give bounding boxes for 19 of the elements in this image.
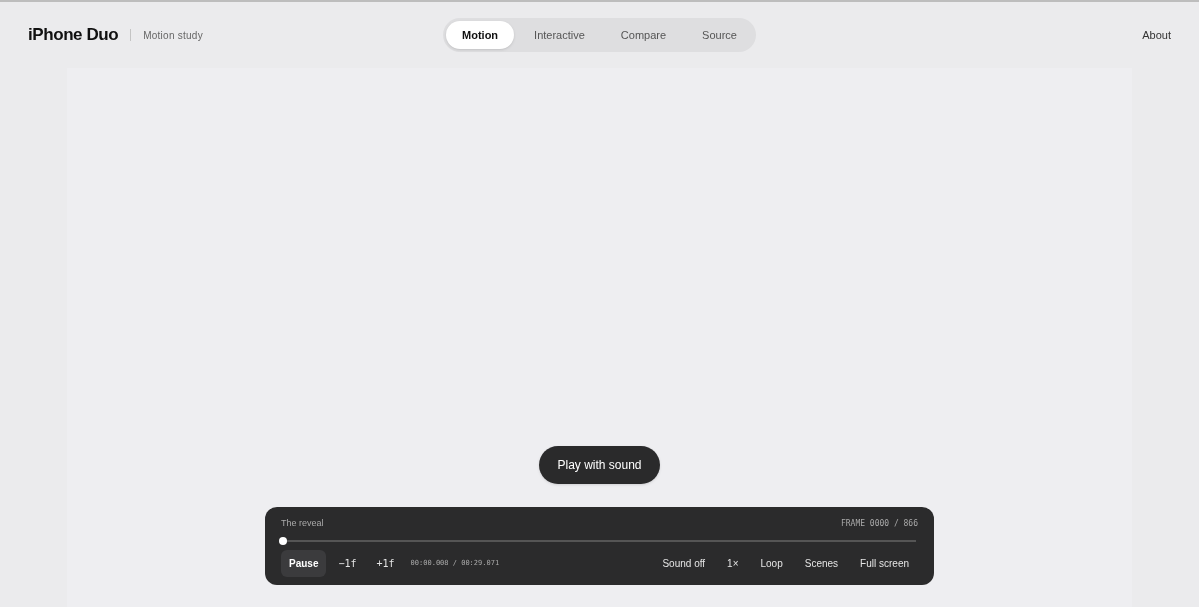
scrubber-thumb[interactable]: [279, 536, 287, 545]
nav-tab[interactable]: Interactive: [518, 20, 601, 50]
nav-tab[interactable]: Compare: [604, 20, 683, 50]
about-link[interactable]: About: [1142, 26, 1171, 44]
player-button[interactable]: Sound off: [653, 549, 715, 577]
play-with-sound-button[interactable]: Play with sound: [539, 446, 660, 484]
player-button[interactable]: −1f: [330, 549, 365, 577]
nav-tab[interactable]: Source: [686, 20, 753, 50]
player-button[interactable]: +1f: [368, 549, 403, 577]
subtitle: Motion study: [143, 28, 203, 43]
nav-tab[interactable]: Motion: [446, 20, 515, 50]
frame-counter: FRAME 0000 / 866: [840, 517, 918, 530]
player-button[interactable]: Pause: [281, 549, 327, 577]
player-button[interactable]: Scenes: [795, 549, 848, 577]
player-button[interactable]: Full screen: [851, 549, 918, 577]
player-button[interactable]: Loop: [751, 549, 792, 577]
scene-title: The reveal: [281, 517, 324, 530]
player-button[interactable]: 1×: [718, 549, 748, 577]
brand-logo[interactable]: iPhone Duo: [28, 22, 119, 48]
